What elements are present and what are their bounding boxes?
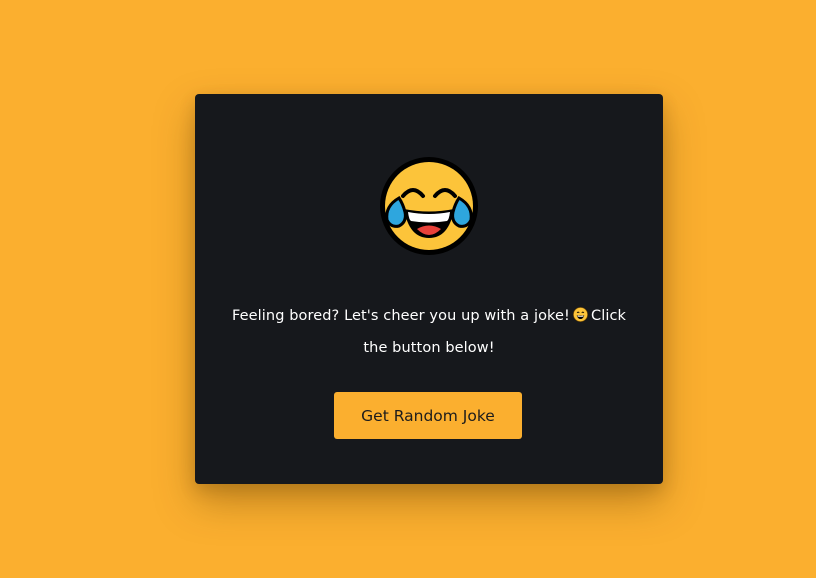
joke-prompt-text: Feeling bored? Let's cheer you up with a…: [225, 300, 633, 364]
joke-card: Feeling bored? Let's cheer you up with a…: [195, 94, 663, 484]
prompt-text-part1: Feeling bored? Let's cheer you up with a…: [231, 308, 570, 324]
grinning-face-icon: [573, 302, 588, 322]
face-with-tears-of-joy-icon: [377, 154, 481, 258]
get-random-joke-button[interactable]: Get Random Joke: [334, 392, 522, 439]
